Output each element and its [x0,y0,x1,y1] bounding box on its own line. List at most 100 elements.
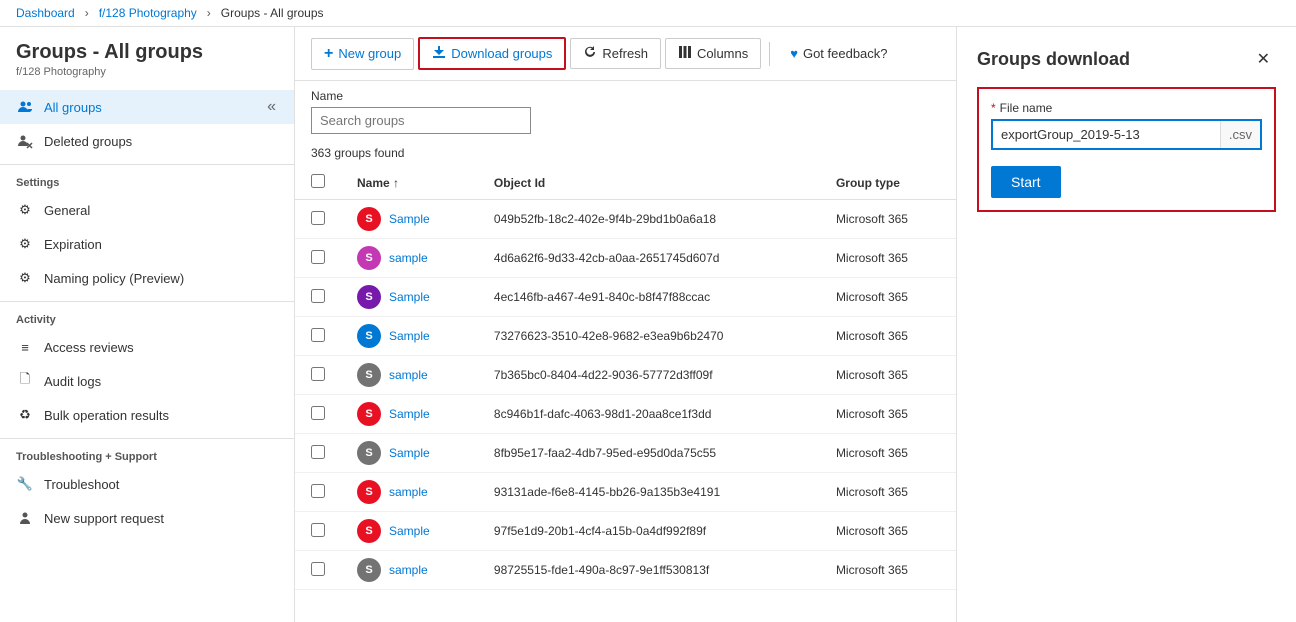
refresh-icon [583,45,597,62]
group-name-link[interactable]: Sample [389,329,430,343]
settings-section-title: Settings [0,164,294,193]
row-checkbox[interactable] [311,250,325,264]
page-title: Groups - All groups [16,41,278,64]
group-name-link[interactable]: Sample [389,446,430,460]
table-row: S Sample 73276623-3510-42e8-9682-e3ea9b6… [295,317,956,356]
sidebar-item-access-reviews[interactable]: ≡ Access reviews [0,330,294,364]
row-checkbox-cell [295,356,341,395]
group-name-link[interactable]: sample [389,368,428,382]
file-extension: .csv [1220,121,1260,148]
row-checkbox[interactable] [311,484,325,498]
col-object-id: Object Id [478,166,820,200]
filter-name-label: Name [311,89,940,103]
download-groups-button[interactable]: Download groups [418,37,566,70]
file-name-input[interactable] [993,121,1220,148]
sidebar-item-general-label: General [44,203,90,218]
col-name[interactable]: Name ↑ [341,166,478,200]
page-subtitle: f/128 Photography [16,66,278,78]
download-icon [432,45,446,62]
feedback-button[interactable]: ♥ Got feedback? [778,40,899,67]
breadcrumb-sep-2: › [207,6,211,20]
select-all-checkbox[interactable] [311,174,325,188]
table-row: S sample 93131ade-f6e8-4145-bb26-9a135b3… [295,473,956,512]
sidebar-item-deleted-groups[interactable]: Deleted groups [0,124,294,158]
col-group-type: Group type [820,166,956,200]
group-name-link[interactable]: Sample [389,407,430,421]
start-button[interactable]: Start [991,166,1061,198]
recycle-icon: ♻ [16,406,34,424]
sidebar-item-troubleshoot[interactable]: 🔧 Troubleshoot [0,467,294,501]
found-count: 363 groups found [295,142,956,166]
columns-icon [678,45,692,62]
table-row: S Sample 8c946b1f-dafc-4063-98d1-20aa8ce… [295,395,956,434]
row-name-cell: S Sample [341,434,478,473]
row-checkbox[interactable] [311,523,325,537]
sidebar-item-bulk-operation[interactable]: ♻ Bulk operation results [0,398,294,432]
table-row: S Sample 4ec146fb-a467-4e91-840c-b8f47f8… [295,278,956,317]
new-group-button[interactable]: + New group [311,38,414,70]
columns-button[interactable]: Columns [665,38,761,69]
group-name-link[interactable]: sample [389,485,428,499]
row-checkbox-cell [295,551,341,590]
table-row: S Sample 97f5e1d9-20b1-4cf4-a15b-0a4df99… [295,512,956,551]
row-object-id: 4ec146fb-a467-4e91-840c-b8f47f88ccac [478,278,820,317]
row-checkbox[interactable] [311,367,325,381]
row-object-id: 7b365bc0-8404-4d22-9036-57772d3ff09f [478,356,820,395]
gear-icon-naming: ⚙ [16,269,34,287]
row-object-id: 97f5e1d9-20b1-4cf4-a15b-0a4df992f89f [478,512,820,551]
table-row: S Sample 8fb95e17-faa2-4db7-95ed-e95d0da… [295,434,956,473]
row-group-type: Microsoft 365 [820,434,956,473]
row-object-id: 98725515-fde1-490a-8c97-9e1ff530813f [478,551,820,590]
row-checkbox[interactable] [311,445,325,459]
toolbar: + New group Download groups Refresh Col [295,27,956,81]
table-row: S Sample 049b52fb-18c2-402e-9f4b-29bd1b0… [295,200,956,239]
panel-content-border: * File name .csv Start [977,87,1276,212]
row-group-type: Microsoft 365 [820,317,956,356]
row-name-cell: S sample [341,356,478,395]
group-avatar: S [357,207,381,231]
row-name-cell: S Sample [341,317,478,356]
sidebar-item-all-groups[interactable]: All groups « [0,90,294,124]
group-name-link[interactable]: Sample [389,524,430,538]
sidebar-item-deleted-groups-label: Deleted groups [44,134,132,149]
group-name-link[interactable]: Sample [389,290,430,304]
row-checkbox[interactable] [311,328,325,342]
sidebar-item-general[interactable]: ⚙ General [0,193,294,227]
document-icon: 🗋 [16,372,34,390]
row-group-type: Microsoft 365 [820,551,956,590]
collapse-icon[interactable]: « [265,98,278,116]
sidebar-item-audit-logs[interactable]: 🗋 Audit logs [0,364,294,398]
file-name-row: .csv [991,119,1262,150]
table-row: S sample 4d6a62f6-9d33-42cb-a0aa-2651745… [295,239,956,278]
sidebar-item-audit-label: Audit logs [44,374,101,389]
group-avatar: S [357,285,381,309]
sidebar-item-access-label: Access reviews [44,340,134,355]
group-name-link[interactable]: sample [389,563,428,577]
row-name-cell: S Sample [341,200,478,239]
row-checkbox[interactable] [311,406,325,420]
close-panel-button[interactable]: ✕ [1251,47,1276,71]
group-avatar: S [357,480,381,504]
row-checkbox[interactable] [311,562,325,576]
people-delete-icon [16,132,34,150]
row-name-cell: S sample [341,239,478,278]
group-name-link[interactable]: sample [389,251,428,265]
breadcrumb-photography[interactable]: f/128 Photography [99,6,197,20]
breadcrumb-dashboard[interactable]: Dashboard [16,6,75,20]
row-checkbox[interactable] [311,289,325,303]
file-name-label: * File name [991,101,1262,115]
table-header: Name ↑ Object Id Group type [295,166,956,200]
refresh-button[interactable]: Refresh [570,38,661,69]
row-checkbox-cell [295,473,341,512]
row-object-id: 73276623-3510-42e8-9682-e3ea9b6b2470 [478,317,820,356]
row-checkbox[interactable] [311,211,325,225]
breadcrumb: Dashboard › f/128 Photography › Groups -… [0,0,1296,27]
row-object-id: 8c946b1f-dafc-4063-98d1-20aa8ce1f3dd [478,395,820,434]
sidebar-item-new-support[interactable]: New support request [0,501,294,535]
row-checkbox-cell [295,200,341,239]
group-name-link[interactable]: Sample [389,212,430,226]
search-input[interactable] [311,107,531,134]
sidebar-item-naming-policy[interactable]: ⚙ Naming policy (Preview) [0,261,294,295]
sidebar-item-expiration[interactable]: ⚙ Expiration [0,227,294,261]
row-checkbox-cell [295,512,341,551]
